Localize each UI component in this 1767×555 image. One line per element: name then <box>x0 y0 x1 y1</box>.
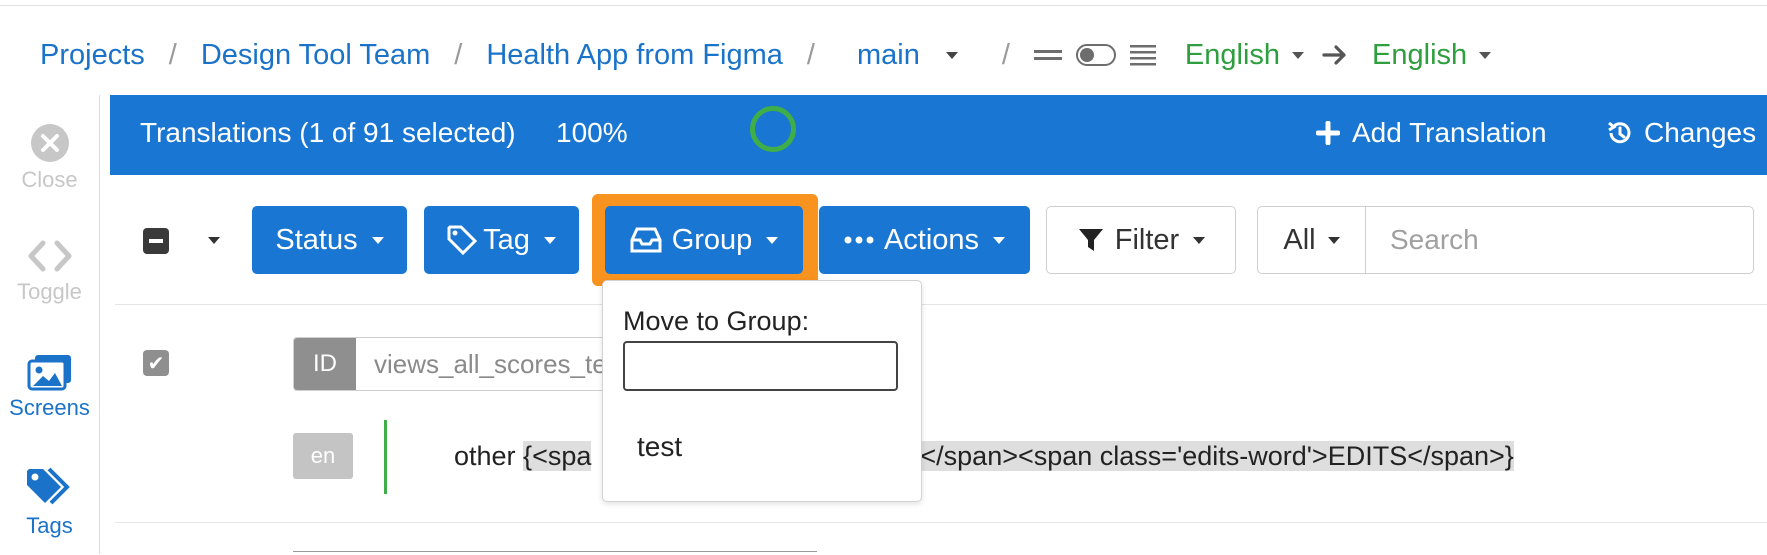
translations-header: Translations (1 of 91 selected) 100% Add… <box>110 95 1767 175</box>
top-border <box>0 0 1767 6</box>
list-divider <box>115 522 1767 523</box>
filter-label: Filter <box>1114 223 1180 256</box>
translation-code-left: {<spa <box>523 441 592 471</box>
sidebar-tags[interactable]: Tags <box>0 467 99 539</box>
language-badge: en <box>293 433 353 479</box>
changes-button[interactable]: Changes <box>1606 117 1756 149</box>
breadcrumb: Projects / Design Tool Team / Health App… <box>40 30 1492 80</box>
left-sidebar: Close Toggle Screens Tags <box>0 95 100 554</box>
move-to-group-title: Move to Group: <box>623 306 810 336</box>
progress-percent: 100% <box>556 117 628 148</box>
chevron-down-icon <box>1193 236 1206 244</box>
group-label: Group <box>671 223 753 256</box>
code-icon <box>28 240 71 272</box>
compact-view-icon[interactable] <box>1033 45 1062 65</box>
expanded-view-icon[interactable] <box>1129 43 1156 67</box>
filter-icon <box>1078 229 1103 251</box>
target-language-label: English <box>1372 38 1468 71</box>
breadcrumb-separator: / <box>1001 38 1010 71</box>
history-icon <box>1608 121 1631 144</box>
actions-label: Actions <box>883 223 980 256</box>
group-name-input[interactable] <box>623 341 898 391</box>
filter-button[interactable]: Filter <box>1046 206 1236 274</box>
breadcrumb-team[interactable]: Design Tool Team <box>201 39 430 72</box>
search-scope-label: All <box>1283 223 1316 256</box>
translations-title: Translations (1 of 91 selected) <box>140 117 516 148</box>
search-scope-select[interactable]: All <box>1258 207 1366 273</box>
search-group: All <box>1257 206 1754 274</box>
tag-label: Tag <box>483 223 530 256</box>
progress-ring <box>750 106 796 152</box>
inbox-icon <box>630 227 662 253</box>
breadcrumb-separator: / <box>806 38 815 71</box>
select-all-checkbox[interactable] <box>143 228 169 254</box>
branch-selector[interactable]: main <box>857 39 958 72</box>
breadcrumb-separator: / <box>454 38 463 71</box>
source-language-selector[interactable]: English <box>1184 38 1305 72</box>
breadcrumb-projects[interactable]: Projects <box>40 39 145 72</box>
changes-label: Changes <box>1644 117 1757 148</box>
tags-icon <box>26 467 70 505</box>
status-label: Status <box>275 223 358 256</box>
sidebar-toggle[interactable]: Toggle <box>0 237 99 305</box>
chevron-down-icon <box>1479 51 1492 59</box>
chevron-down-icon <box>766 236 779 244</box>
chevron-down-icon <box>1327 236 1340 244</box>
move-to-group-dropdown: Move to Group: test <box>602 280 922 502</box>
plus-icon <box>1316 121 1340 145</box>
translation-status-bar <box>384 420 387 494</box>
status-button[interactable]: Status <box>252 206 407 274</box>
chevron-down-icon <box>993 236 1006 244</box>
breadcrumb-project[interactable]: Health App from Figma <box>486 39 783 72</box>
chevron-down-icon <box>543 236 556 244</box>
group-button[interactable]: Group <box>605 206 803 274</box>
target-language-selector[interactable]: English <box>1372 38 1492 72</box>
list-divider <box>115 304 1767 305</box>
chevron-down-icon <box>371 236 384 244</box>
chevron-down-icon <box>945 51 958 59</box>
translation-text-prefix: other <box>454 441 524 471</box>
search-input[interactable] <box>1366 207 1753 273</box>
breadcrumb-separator: / <box>168 38 177 71</box>
actions-button[interactable]: Actions <box>819 206 1030 274</box>
sidebar-toggle-label: Toggle <box>17 279 82 304</box>
tag-button[interactable]: Tag <box>424 206 579 274</box>
images-icon <box>27 355 71 391</box>
close-circle-icon <box>30 124 69 162</box>
id-label: ID <box>294 338 356 390</box>
tag-icon <box>447 225 478 255</box>
chevron-down-icon <box>1292 51 1305 59</box>
ellipsis-icon <box>844 236 874 244</box>
select-menu-chevron-icon[interactable] <box>208 237 220 244</box>
sidebar-screens[interactable]: Screens <box>0 353 99 421</box>
sidebar-tags-label: Tags <box>26 513 73 538</box>
sidebar-close[interactable]: Close <box>0 123 99 193</box>
sidebar-close-label: Close <box>21 167 78 192</box>
group-option[interactable]: test <box>637 431 682 463</box>
sidebar-screens-label: Screens <box>9 395 90 420</box>
view-toggle-switch[interactable] <box>1075 44 1116 66</box>
source-language-label: English <box>1184 38 1281 71</box>
row-checkbox[interactable]: ✔ <box>143 350 169 376</box>
translation-code-right: #</span><span class='edits-word'>EDITS</… <box>905 441 1514 471</box>
arrow-right-icon <box>1322 43 1348 67</box>
add-translation-button[interactable]: Add Translation <box>1316 117 1547 149</box>
add-translation-label: Add Translation <box>1352 117 1547 148</box>
branch-label: main <box>856 38 920 71</box>
next-row-field <box>293 551 817 555</box>
